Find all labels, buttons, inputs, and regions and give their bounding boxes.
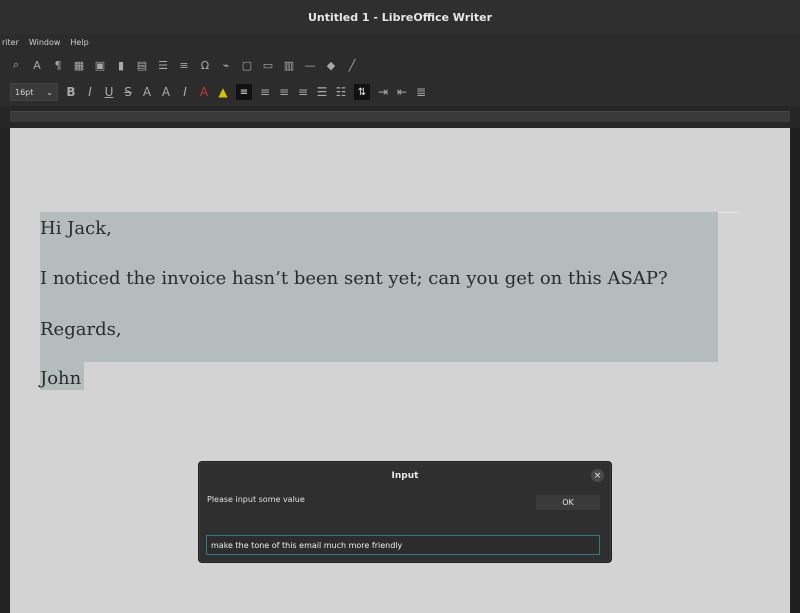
- outdent-icon[interactable]: ⇤: [396, 83, 408, 101]
- font-color-icon[interactable]: A: [198, 83, 210, 101]
- libreoffice-writer-window: Untitled 1 - LibreOffice Writer riter Wi…: [0, 0, 800, 613]
- input-dialog: Input × Please input some value OK make …: [199, 462, 611, 562]
- indent-icon[interactable]: ⇥: [377, 83, 389, 101]
- insert-table-icon[interactable]: ▦: [73, 56, 85, 74]
- paragraph-spacing-icon[interactable]: ≣: [415, 83, 427, 101]
- dialog-prompt: Please input some value: [207, 495, 305, 504]
- font-size-value: 16pt: [15, 87, 34, 97]
- insert-page-break-icon[interactable]: ☰: [157, 56, 169, 74]
- track-changes-icon[interactable]: ▥: [283, 56, 295, 74]
- align-center-icon[interactable]: ≡: [259, 83, 271, 101]
- ok-button[interactable]: OK: [536, 495, 600, 510]
- ruler: [0, 106, 800, 128]
- menu-bar: riter Window Help: [0, 34, 800, 51]
- formatting-toolbar: 16pt ⌄ B I U S A A I A ▲ ≡ ≡ ≡ ≡ ☰ ☷ ⇅ ⇥…: [0, 79, 800, 105]
- highlight-icon[interactable]: ▲: [217, 83, 229, 101]
- chevron-down-icon: ⌄: [46, 87, 53, 97]
- insert-chart-icon[interactable]: ▮: [115, 56, 127, 74]
- left-margin: [0, 128, 10, 613]
- document-line-body[interactable]: I noticed the invoice hasn’t been sent y…: [40, 268, 668, 289]
- dialog-title: Input: [391, 471, 419, 481]
- spellcheck-icon[interactable]: A: [31, 56, 43, 74]
- bold-icon[interactable]: B: [65, 83, 77, 101]
- insert-textbox-icon[interactable]: ▤: [136, 56, 148, 74]
- insert-field-icon[interactable]: ≡: [178, 56, 190, 74]
- comment-icon[interactable]: ▭: [262, 56, 274, 74]
- line-spacing-icon[interactable]: ⇅: [354, 84, 370, 100]
- italic-format-icon[interactable]: I: [179, 83, 191, 101]
- standard-toolbar: ⌕ A ¶ ▦ ▣ ▮ ▤ ☰ ≡ Ω ⌁ ▢ ▭ ▥ — ◆ ╱: [0, 52, 800, 78]
- menu-item-writer[interactable]: riter: [2, 38, 19, 47]
- superscript-icon[interactable]: A: [141, 83, 153, 101]
- subscript-icon[interactable]: A: [160, 83, 172, 101]
- title-bar: Untitled 1 - LibreOffice Writer: [0, 0, 800, 34]
- align-left-icon[interactable]: ≡: [236, 84, 252, 100]
- value-input[interactable]: make the tone of this email much more fr…: [206, 535, 600, 555]
- underline-icon[interactable]: U: [103, 83, 115, 101]
- document-line-signature[interactable]: John: [40, 368, 81, 389]
- window-title: Untitled 1 - LibreOffice Writer: [307, 10, 493, 24]
- close-icon[interactable]: ×: [591, 469, 604, 482]
- find-icon[interactable]: ⌕: [10, 56, 22, 74]
- footnote-icon[interactable]: ▢: [241, 56, 253, 74]
- document-line-greeting[interactable]: Hi Jack,: [40, 218, 112, 239]
- numbering-icon[interactable]: ☷: [335, 83, 347, 101]
- justify-icon[interactable]: ≡: [297, 83, 309, 101]
- bullets-icon[interactable]: ☰: [316, 83, 328, 101]
- insert-image-icon[interactable]: ▣: [94, 56, 106, 74]
- special-character-icon[interactable]: Ω: [199, 56, 211, 74]
- draw-icon[interactable]: ╱: [346, 56, 358, 74]
- shapes-icon[interactable]: ◆: [325, 56, 337, 74]
- right-edge: [790, 128, 800, 613]
- hyperlink-icon[interactable]: ⌁: [220, 56, 232, 74]
- menu-item-window[interactable]: Window: [29, 38, 61, 47]
- formatting-marks-icon[interactable]: ¶: [52, 56, 64, 74]
- document-line-closing[interactable]: Regards,: [40, 319, 122, 340]
- line-icon[interactable]: —: [304, 56, 316, 74]
- font-size-combobox[interactable]: 16pt ⌄: [10, 83, 58, 101]
- align-right-icon[interactable]: ≡: [278, 83, 290, 101]
- ruler-track[interactable]: [10, 111, 790, 122]
- menu-item-help[interactable]: Help: [70, 38, 88, 47]
- italic-icon[interactable]: I: [84, 83, 96, 101]
- strikethrough-icon[interactable]: S: [122, 83, 134, 101]
